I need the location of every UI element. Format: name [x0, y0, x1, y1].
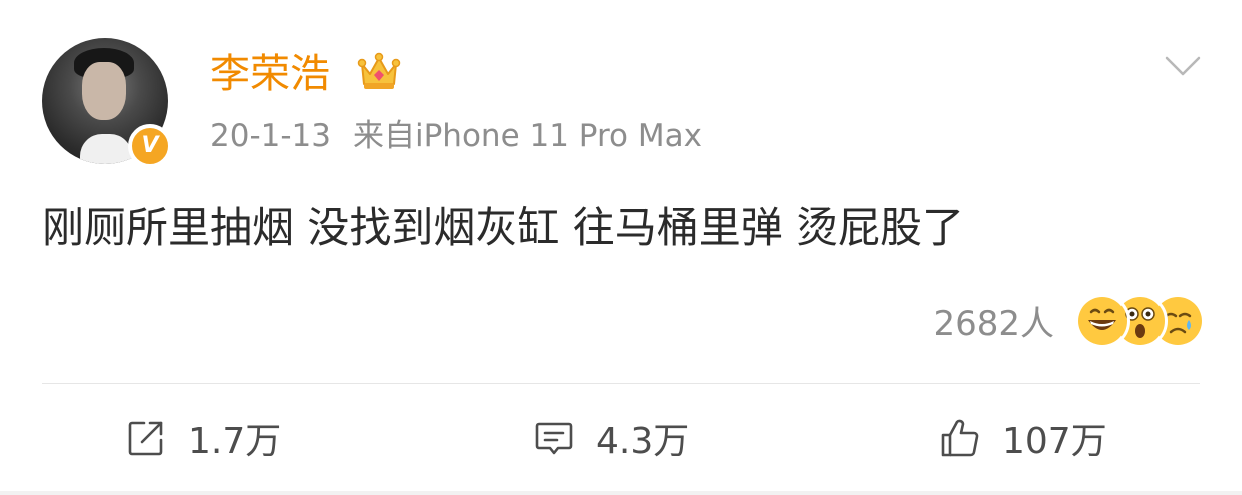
post-date: 20-1-13: [210, 118, 331, 154]
comment-count: 4.3万: [596, 421, 690, 462]
avatar-face: [82, 62, 126, 120]
chevron-down-icon[interactable]: [1164, 52, 1202, 80]
post-meta: 20-1-13 来自iPhone 11 Pro Max: [210, 114, 702, 158]
author-name[interactable]: 李荣浩: [210, 48, 330, 100]
avatar-shirt: [80, 134, 132, 164]
like-count: 107万: [1002, 421, 1107, 462]
comment-button[interactable]: 4.3万: [534, 410, 689, 466]
repost-icon: [128, 421, 163, 456]
verified-badge-icon: V: [128, 124, 172, 168]
grinning-face-icon: [1074, 293, 1130, 349]
reactions-summary[interactable]: 2682人: [933, 292, 1206, 349]
post-source: 来自iPhone 11 Pro Max: [353, 118, 702, 154]
crown-icon: [357, 52, 401, 89]
comment-icon: [535, 422, 573, 455]
post-text: 刚厕所里抽烟 没找到烟灰缸 往马桶里弹 烫屁股了: [42, 203, 965, 252]
like-button[interactable]: 107万: [940, 410, 1107, 466]
verified-badge-label: V: [141, 133, 159, 158]
repost-count: 1.7万: [188, 421, 282, 462]
reaction-emojis: [1074, 293, 1206, 349]
bottom-separator: [0, 491, 1242, 495]
repost-button[interactable]: 1.7万: [126, 410, 281, 466]
reaction-count: 2682人: [933, 303, 1054, 344]
thumbs-up-icon: [941, 419, 979, 457]
divider: [42, 383, 1200, 384]
